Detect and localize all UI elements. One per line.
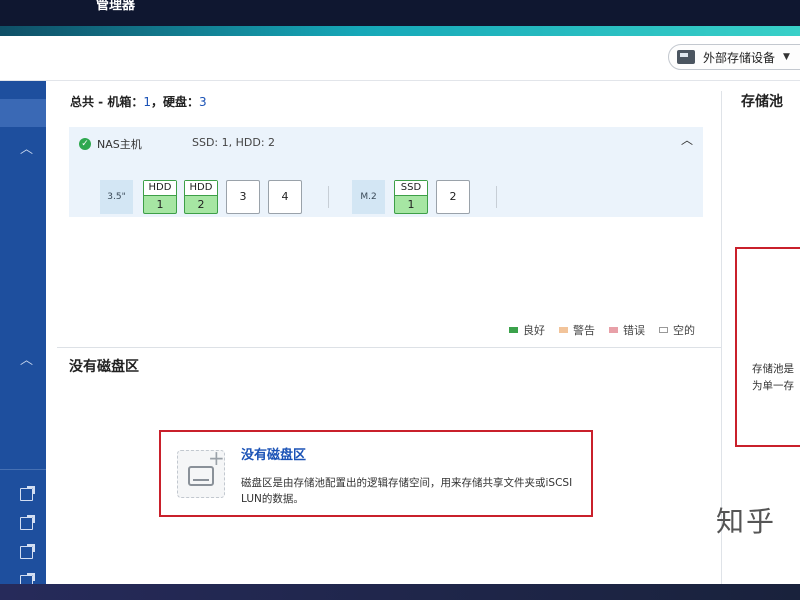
- disk-slot-number: 2: [197, 198, 205, 211]
- add-volume-icon[interactable]: +: [177, 446, 225, 498]
- external-drive-icon: [677, 50, 695, 64]
- slot-group-label: M.2: [352, 180, 385, 214]
- disk-slot[interactable]: 2: [436, 180, 470, 214]
- sidebar: ︿ ︿: [0, 81, 46, 588]
- disk-slot-number: 2: [449, 190, 457, 203]
- disk-slot-number: 1: [156, 198, 164, 211]
- disk-icon: [188, 466, 214, 486]
- enclosure-count: 1: [143, 95, 151, 109]
- toolbar: 外部存储设备 ▼: [0, 36, 800, 81]
- no-volume-card[interactable]: + 没有磁盘区 磁盘区是由存储池配置出的逻辑存储空间，用来存储共享文件夹或iSC…: [159, 430, 593, 517]
- dropdown-caret-icon: ▼: [783, 52, 790, 62]
- disk-slot[interactable]: HDD 1: [143, 180, 177, 214]
- disk-slot[interactable]: HDD 2: [184, 180, 218, 214]
- chevron-up-icon[interactable]: ︿: [20, 349, 33, 368]
- check-circle-icon: ✓: [79, 138, 91, 150]
- storage-pool-description: 存储池是 为单一存: [752, 361, 800, 395]
- legend-label: 空的: [673, 324, 695, 337]
- disk-slot[interactable]: 3: [226, 180, 260, 214]
- slot-group-divider: [496, 186, 497, 208]
- pool-desc-line: 存储池是: [752, 363, 794, 375]
- external-link-icon[interactable]: [20, 544, 35, 559]
- legend-swatch: [559, 327, 568, 333]
- external-storage-button[interactable]: 外部存储设备 ▼: [668, 44, 800, 70]
- disk-slot[interactable]: 4: [268, 180, 302, 214]
- disk-slot-kind: HDD: [185, 181, 217, 196]
- disk-slot-number: 1: [407, 198, 415, 211]
- collapse-chevron-icon[interactable]: ︿: [681, 131, 693, 148]
- chevron-up-icon[interactable]: ︿: [20, 138, 33, 157]
- disk-slot-number: 4: [281, 190, 289, 203]
- legend-swatch: [659, 327, 668, 333]
- storage-pool-title: 存储池: [741, 94, 783, 110]
- disk-summary: 总共 - 机箱：1，硬盘：3: [70, 93, 207, 110]
- legend-label: 良好: [523, 324, 545, 337]
- header-accent-bar: [0, 26, 800, 36]
- legend-swatch: [509, 327, 518, 333]
- legend-item: 错误: [609, 322, 645, 338]
- volumes-section-title: 没有磁盘区: [69, 359, 139, 375]
- no-volume-title[interactable]: 没有磁盘区: [241, 444, 306, 463]
- disk-slot[interactable]: SSD 1: [394, 180, 428, 214]
- enclosure-header[interactable]: ✓ NAS主机: [79, 136, 142, 152]
- app-frame: 管理器 外部存储设备 ▼ ︿ ︿ 总共 - 机箱：1，硬盘：3 ✓ NAS主机 …: [0, 0, 800, 600]
- app-titlebar: 管理器: [0, 0, 800, 26]
- section-divider: [57, 347, 721, 348]
- disk-status-legend: 良好 警告 错误 空的: [509, 322, 709, 338]
- legend-label: 警告: [573, 324, 595, 337]
- storage-pool-card[interactable]: : 存储池是 为单一存: [735, 247, 800, 447]
- summary-prefix: 总共 - 机箱：: [70, 95, 144, 109]
- bottom-dock: [0, 584, 800, 600]
- enclosure-name: NAS主机: [97, 138, 142, 151]
- enclosure-disk-info: SSD: 1, HDD: 2: [192, 136, 276, 149]
- legend-swatch: [609, 327, 618, 333]
- no-volume-description: 磁盘区是由存储池配置出的逻辑存储空间，用来存储共享文件夹或iSCSI LUN的数…: [241, 477, 573, 505]
- disk-slot-number: 3: [239, 190, 247, 203]
- disk-slot-kind: HDD: [144, 181, 176, 196]
- sidebar-divider: [0, 469, 46, 470]
- enclosure-panel: ✓ NAS主机 SSD: 1, HDD: 2 ︿ 3.5" HDD 1 HDD …: [69, 127, 703, 217]
- slot-group-label: 3.5": [100, 180, 133, 214]
- pool-desc-line: 为单一存: [752, 380, 794, 392]
- disk-count: 3: [199, 95, 207, 109]
- disk-slot-kind: SSD: [395, 181, 427, 196]
- external-link-icon[interactable]: [20, 486, 35, 501]
- external-storage-label: 外部存储设备: [703, 50, 776, 65]
- legend-item: 空的: [659, 322, 695, 338]
- summary-separator: ，硬盘：: [150, 95, 199, 109]
- slot-group-divider: [328, 186, 329, 208]
- legend-label: 错误: [623, 324, 645, 337]
- watermark: 知乎: [716, 505, 777, 538]
- legend-item: 警告: [559, 322, 595, 338]
- main-window: 外部存储设备 ▼ ︿ ︿ 总共 - 机箱：1，硬盘：3 ✓ NAS主机 SSD:…: [0, 36, 800, 588]
- legend-item: 良好: [509, 322, 545, 338]
- sidebar-item-active[interactable]: [0, 99, 46, 127]
- external-link-icon[interactable]: [20, 515, 35, 530]
- app-title: 管理器: [96, 0, 136, 13]
